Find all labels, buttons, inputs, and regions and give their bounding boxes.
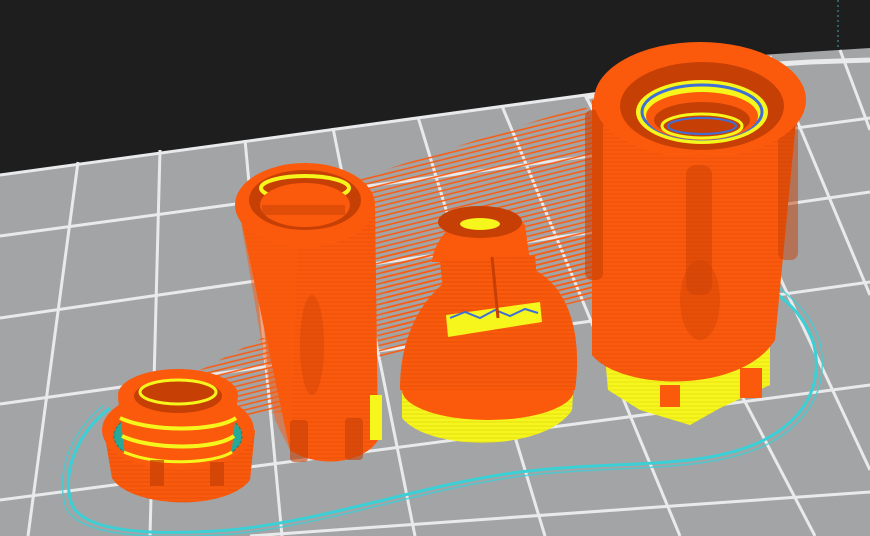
slicer-preview-viewport[interactable] xyxy=(0,0,870,536)
gcode-preview-3d-scene[interactable] xyxy=(0,0,870,536)
threaded-cap-left xyxy=(102,369,255,503)
